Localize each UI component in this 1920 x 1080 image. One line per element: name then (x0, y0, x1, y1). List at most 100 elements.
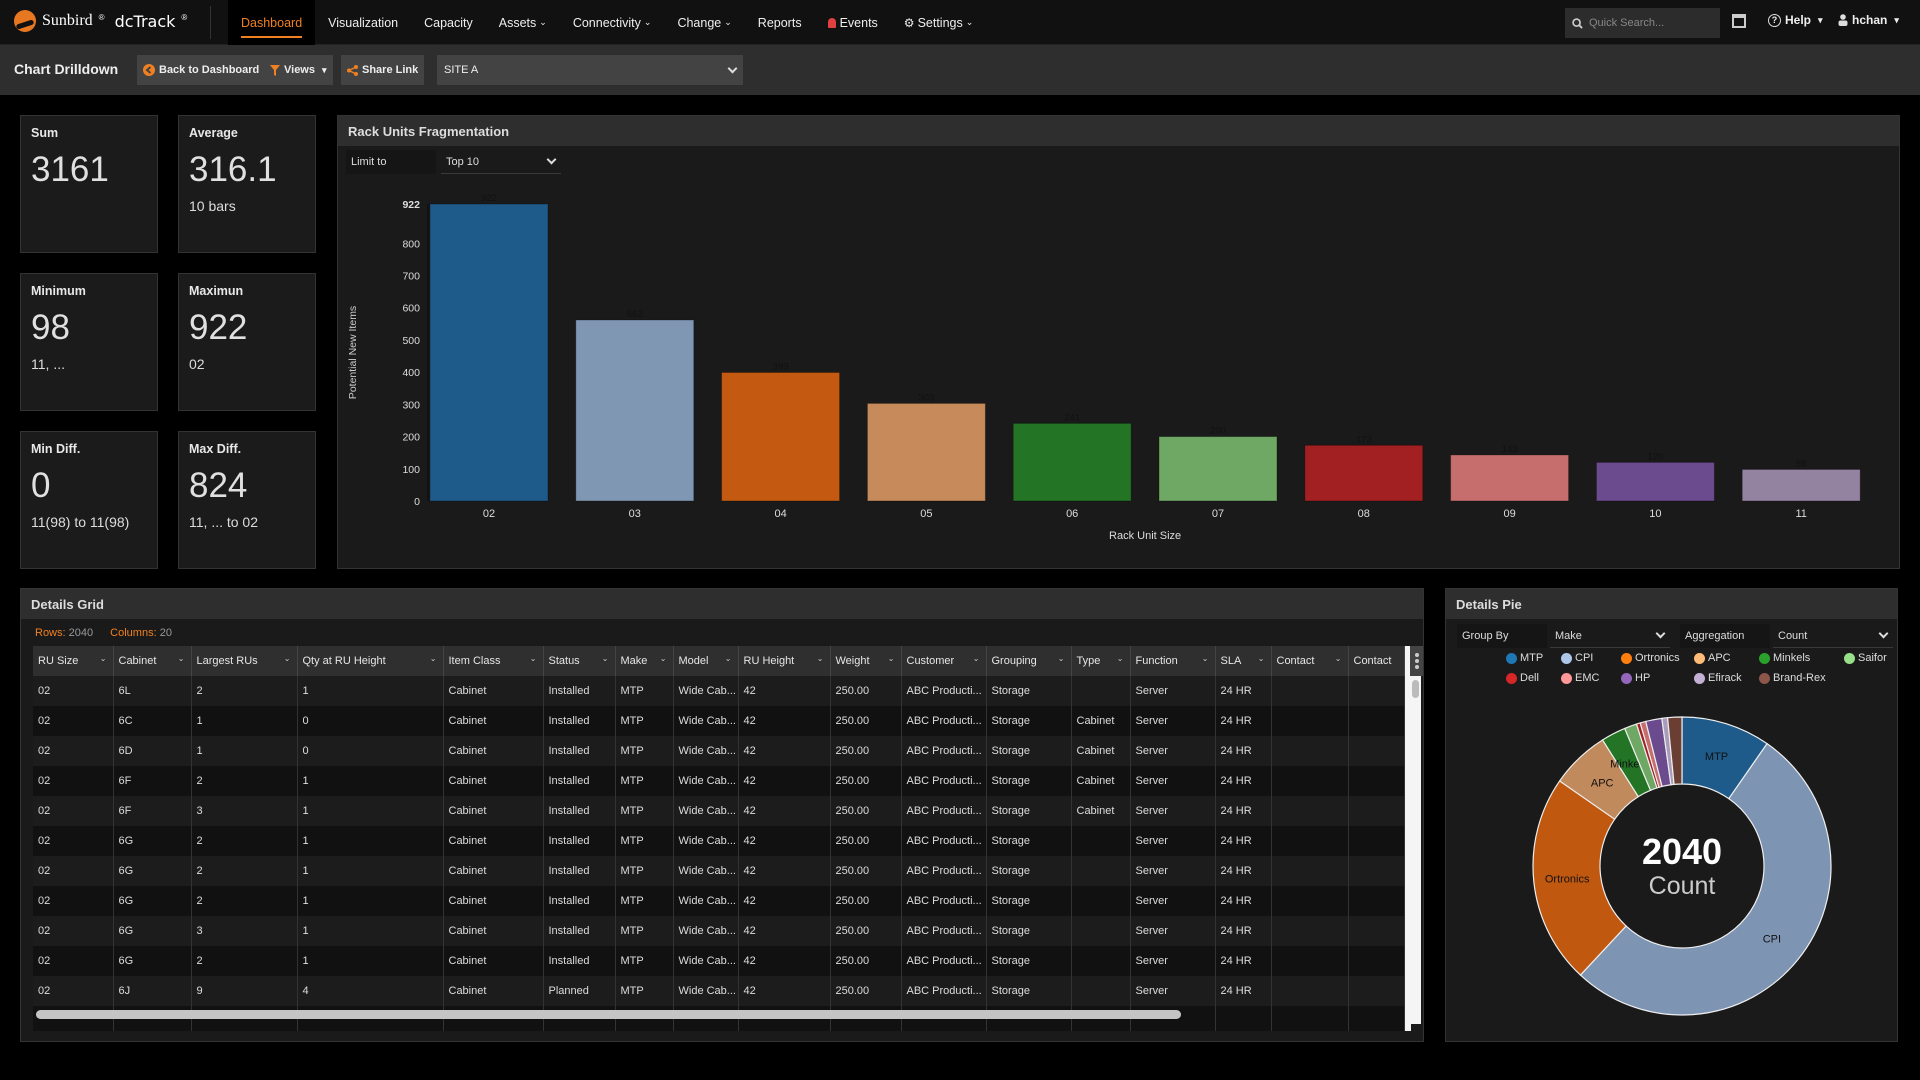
table-row[interactable]: 02 6J 9 4 Cabinet Planned MTP Wide Cab... 42 250.… (33, 976, 1405, 1006)
legend-item-mtp[interactable]: MTP (1506, 652, 1543, 664)
sort-chevron-icon[interactable]: ⌄ (1202, 654, 1209, 663)
legend-item-saifor[interactable]: Saifor (1844, 652, 1887, 664)
column-header-ru-height[interactable]: RU Height ⌄ (738, 646, 831, 676)
nav-item-reports[interactable]: Reports (745, 0, 815, 45)
sort-chevron-icon[interactable]: ⌄ (1117, 654, 1124, 663)
legend-label: Brand-Rex (1773, 672, 1826, 684)
table-row[interactable]: 02 6G 3 1 Cabinet Installed MTP Wide Cab... 42 25… (33, 916, 1405, 946)
nav-item-connectivity[interactable]: Connectivity ⌄ (560, 0, 665, 45)
table-row[interactable]: 02 6L 2 1 Cabinet Installed MTP Wide Cab... 42 25… (33, 676, 1405, 706)
nav-item-events[interactable]: Events (815, 0, 891, 45)
legend-item-minkels[interactable]: Minkels (1759, 652, 1810, 664)
sort-chevron-icon[interactable]: ⌄ (817, 654, 824, 663)
nav-item-dashboard[interactable]: Dashboard (228, 0, 316, 45)
column-header-customer[interactable]: Customer ⌄ (901, 646, 987, 676)
vertical-scrollbar[interactable] (1410, 676, 1421, 1024)
bar-value-label: 120 (1647, 451, 1663, 462)
group-by-select[interactable]: Make (1550, 624, 1670, 648)
legend-item-apc[interactable]: APC (1694, 652, 1731, 664)
table-row[interactable]: 02 6F 2 1 Cabinet Installed MTP Wide Cab... 42 25… (33, 766, 1405, 796)
column-header-status[interactable]: Status ⌄ (543, 646, 616, 676)
table-row[interactable]: 02 6G 2 1 Cabinet Installed MTP Wide Cab... 42 25… (33, 886, 1405, 916)
sort-chevron-icon[interactable]: ⌄ (1258, 654, 1265, 663)
horizontal-scrollbar[interactable] (36, 1010, 1181, 1019)
table-cell: Storage (986, 946, 1072, 976)
column-header-label: Item Class (448, 655, 501, 667)
calendar-icon[interactable] (1732, 14, 1746, 28)
nav-item-change[interactable]: Change ⌄ (664, 0, 744, 45)
column-menu-button[interactable] (1410, 646, 1423, 676)
share-link-button[interactable]: Share Link (341, 55, 425, 85)
sort-chevron-icon[interactable]: ⌄ (430, 654, 437, 663)
column-header-function[interactable]: Function ⌄ (1130, 646, 1216, 676)
column-header-largest-rus[interactable]: Largest RUs ⌄ (191, 646, 298, 676)
legend-item-hp[interactable]: HP (1621, 672, 1650, 684)
legend-item-emc[interactable]: EMC (1561, 672, 1599, 684)
column-header-model[interactable]: Model ⌄ (673, 646, 739, 676)
sort-chevron-icon[interactable]: ⌄ (973, 654, 980, 663)
table-row[interactable]: 02 6D 1 0 Cabinet Installed MTP Wide Cab... 42 25… (33, 736, 1405, 766)
sort-chevron-icon[interactable]: ⌄ (888, 654, 895, 663)
legend-item-ortronics[interactable]: Ortronics (1621, 652, 1680, 664)
y-tick-label: 600 (402, 303, 420, 315)
column-header-ru-size[interactable]: RU Size ⌄ (33, 646, 114, 676)
sort-chevron-icon[interactable]: ⌄ (284, 654, 291, 663)
table-cell: Cabinet (443, 856, 544, 886)
column-header-cabinet[interactable]: Cabinet ⌄ (113, 646, 192, 676)
column-header-qty-at-ru-height[interactable]: Qty at RU Height ⌄ (297, 646, 444, 676)
logo[interactable]: Sunbird ® dcTrack ® (14, 10, 187, 32)
legend-item-cpi[interactable]: CPI (1561, 652, 1593, 664)
sort-chevron-icon[interactable]: ⌄ (1058, 654, 1065, 663)
sort-chevron-icon[interactable]: ⌄ (660, 654, 667, 663)
sort-chevron-icon[interactable]: ⌄ (1335, 654, 1342, 663)
column-header-item-class[interactable]: Item Class ⌄ (443, 646, 544, 676)
scroll-thumb[interactable] (1412, 680, 1419, 698)
user-menu[interactable]: hchan ▾ (1838, 13, 1899, 27)
help-menu[interactable]: ? Help ▾ (1768, 13, 1823, 27)
sort-chevron-icon[interactable]: ⌄ (725, 654, 732, 663)
column-header-contact[interactable]: Contact (1348, 646, 1405, 676)
stat-label: Max Diff. (189, 442, 242, 456)
table-row[interactable]: 02 6G 2 1 Cabinet Installed MTP Wide Cab... 42 25… (33, 826, 1405, 856)
x-tick-label: 09 (1503, 508, 1515, 520)
aggregation-select[interactable]: Count (1773, 624, 1893, 648)
quick-search[interactable]: Quick Search... (1565, 8, 1720, 38)
nav-item-settings[interactable]: ⚙ Settings ⌄ (891, 0, 986, 45)
chevron-down-icon: ⌄ (539, 17, 547, 27)
sort-chevron-icon[interactable]: ⌄ (530, 654, 537, 663)
views-button[interactable]: Views ▾ (264, 55, 333, 85)
table-row[interactable]: 02 6F 3 1 Cabinet Installed MTP Wide Cab... 42 25… (33, 796, 1405, 826)
table-cell: 1 (297, 886, 444, 916)
bar-06 (1012, 422, 1132, 502)
nav-item-capacity[interactable]: Capacity (411, 0, 486, 45)
table-cell: 4 (297, 976, 444, 1006)
nav-item-visualization[interactable]: Visualization (315, 0, 411, 45)
table-cell: 250.00 (830, 886, 902, 916)
table-cell: Server (1130, 736, 1216, 766)
bar-03 (575, 319, 695, 502)
table-row[interactable]: 02 6C 1 0 Cabinet Installed MTP Wide Cab... 42 25… (33, 706, 1405, 736)
columns-label: Columns: (110, 627, 157, 639)
sort-chevron-icon[interactable]: ⌄ (178, 654, 185, 663)
table-row[interactable]: 02 6G 2 1 Cabinet Installed MTP Wide Cab... 42 25… (33, 856, 1405, 886)
sort-chevron-icon[interactable]: ⌄ (100, 654, 107, 663)
legend-item-efirack[interactable]: Efirack (1694, 672, 1742, 684)
table-row[interactable]: 02 6G 2 1 Cabinet Installed MTP Wide Cab... 42 25… (33, 946, 1405, 976)
table-cell: 42 (738, 796, 831, 826)
column-header-make[interactable]: Make ⌄ (615, 646, 674, 676)
nav-item-assets[interactable]: Assets ⌄ (486, 0, 560, 45)
column-header-type[interactable]: Type ⌄ (1071, 646, 1131, 676)
column-header-contact[interactable]: Contact ⌄ (1271, 646, 1349, 676)
column-header-label: Weight (835, 655, 870, 667)
column-header-grouping[interactable]: Grouping ⌄ (986, 646, 1072, 676)
back-to-dashboard-button[interactable]: Back to Dashboard (137, 55, 266, 85)
table-cell: 250.00 (830, 706, 902, 736)
stat-subtext: 11(98) to 11(98) (31, 514, 130, 530)
site-select[interactable]: SITE A (437, 55, 743, 85)
column-header-weight[interactable]: Weight ⌄ (830, 646, 902, 676)
legend-item-dell[interactable]: Dell (1506, 672, 1539, 684)
legend-item-brand-rex[interactable]: Brand-Rex (1759, 672, 1826, 684)
bar-08 (1304, 444, 1424, 502)
column-header-sla[interactable]: SLA ⌄ (1215, 646, 1272, 676)
sort-chevron-icon[interactable]: ⌄ (602, 654, 609, 663)
